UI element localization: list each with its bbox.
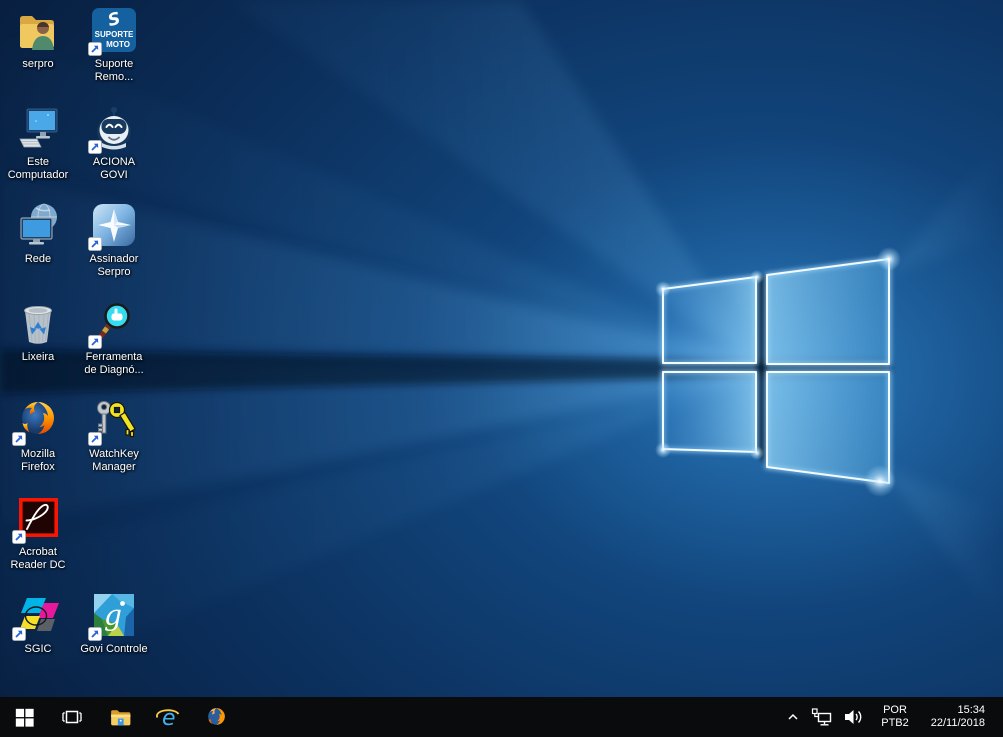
task-view-icon [62,710,82,724]
this-pc-icon [14,104,62,152]
icon-label-line1: Mozilla [20,448,56,460]
file-explorer-button[interactable] [96,697,144,737]
file-explorer-icon [110,709,130,725]
icon-label: Rede [24,253,52,265]
desktop-icon-assinador-serpro[interactable]: Assinador Serpro [76,201,152,279]
shortcut-arrow-badge [88,627,102,641]
icon-label: Govi Controle [80,643,148,655]
shortcut-arrow-badge [12,530,26,544]
icon-label-line1: Este [26,156,49,168]
desktop-icon-lixeira[interactable]: Lixeira [0,299,76,364]
wired-network-icon [812,708,832,726]
suporte-remoto-icon: S SUPORTE MOTO [88,6,138,56]
icon-label-line1: Acrobat [19,546,57,558]
icon-label: serpro [22,58,54,70]
shortcut-arrow-badge [12,432,26,446]
start-button[interactable] [0,697,48,737]
shortcut-arrow-badge [88,140,102,154]
desktop-icon-ferramenta-diagnostico[interactable]: Ferramenta de Diagnó... [76,299,152,377]
recycle-bin-icon [14,299,62,347]
acrobat-reader-icon [12,494,62,544]
shortcut-arrow-badge [88,432,102,446]
language-indicator[interactable]: POR PTB2 [870,697,920,737]
windows-logo-icon [15,708,34,727]
icon-label-line2: Firefox [21,461,55,473]
internet-explorer-button[interactable]: e [144,697,192,737]
taskbar: e POR PTB2 15:34 22/11/2018 [0,697,1003,737]
network-icon [14,201,62,249]
desktop-icon-serpro[interactable]: serpro [0,6,76,71]
clock-time: 15:34 [957,704,985,716]
keys-icon [88,396,138,446]
icon-label-line2: Remo... [94,71,134,83]
firefox-icon [12,396,62,446]
icon-text-top: SUPORTE [95,30,134,39]
icon-label-line2: de Diagnó... [84,364,144,376]
system-tray: POR PTB2 15:34 22/11/2018 [780,697,1003,737]
icon-text-bottom: MOTO [106,40,130,49]
icon-label-line2: Computador [7,169,69,181]
shortcut-arrow-badge [88,335,102,349]
firefox-icon [207,707,225,725]
internet-explorer-icon: e [156,706,180,730]
desktop-icon-sgic[interactable]: SGIC [0,591,76,656]
icon-label-line1: Ferramenta [85,351,143,363]
icon-label-line2: Serpro [97,266,131,278]
desktop-icon-rede[interactable]: Rede [0,201,76,266]
task-view-button[interactable] [48,697,96,737]
desktop-icon-este-computador[interactable]: Este Computador [0,104,76,182]
desktop-icon-mozilla-firefox[interactable]: Mozilla Firefox [0,396,76,474]
shortcut-arrow-badge [88,237,102,251]
desktop-icon-suporte-remoto[interactable]: S SUPORTE MOTO Suporte Remo... [76,6,152,84]
keyboard-layout: PTB2 [881,717,909,729]
language-code: POR [883,704,907,716]
icon-label-line1: WatchKey [89,448,139,460]
speaker-icon [845,710,862,724]
icon-label: SGIC [24,643,52,655]
volume-tray-button[interactable] [838,697,870,737]
icon-label-line1: Suporte [94,58,134,70]
icon-label-line1: Assinador [89,253,139,265]
desktop-icon-acrobat-reader[interactable]: Acrobat Reader DC [0,494,76,572]
shortcut-arrow-badge [12,627,26,641]
assinador-serpro-icon [88,201,138,251]
firefox-taskbar-button[interactable] [192,697,240,737]
icon-label-line1: ACIONA [92,156,136,168]
icon-label-line2: Manager [92,461,136,473]
folder-user-icon [14,6,62,54]
clock[interactable]: 15:34 22/11/2018 [920,697,1003,737]
icon-label: Lixeira [21,351,55,363]
chevron-up-icon [788,713,798,720]
icon-label-line2: GOVI [100,169,128,181]
desktop-icon-aciona-govi[interactable]: ACIONA GOVI [76,104,152,182]
diagnostics-magnifier-icon [88,299,138,349]
show-hidden-icons-button[interactable] [780,697,806,737]
desktop-icon-govi-controle[interactable]: g Govi Controle [76,591,152,656]
robot-icon [88,104,138,154]
desktop-icon-watchkey-manager[interactable]: WatchKey Manager [76,396,152,474]
shortcut-arrow-badge [88,42,102,56]
clock-date: 22/11/2018 [930,717,985,729]
icon-letter: g [104,599,122,632]
desktop-background[interactable]: serpro Este Computador Rede Lixeira Mozi… [0,0,1003,697]
network-tray-button[interactable] [806,697,838,737]
govi-controle-icon: g [88,591,138,641]
icon-label-line2: Reader DC [10,559,66,571]
sgic-icon [12,591,62,641]
